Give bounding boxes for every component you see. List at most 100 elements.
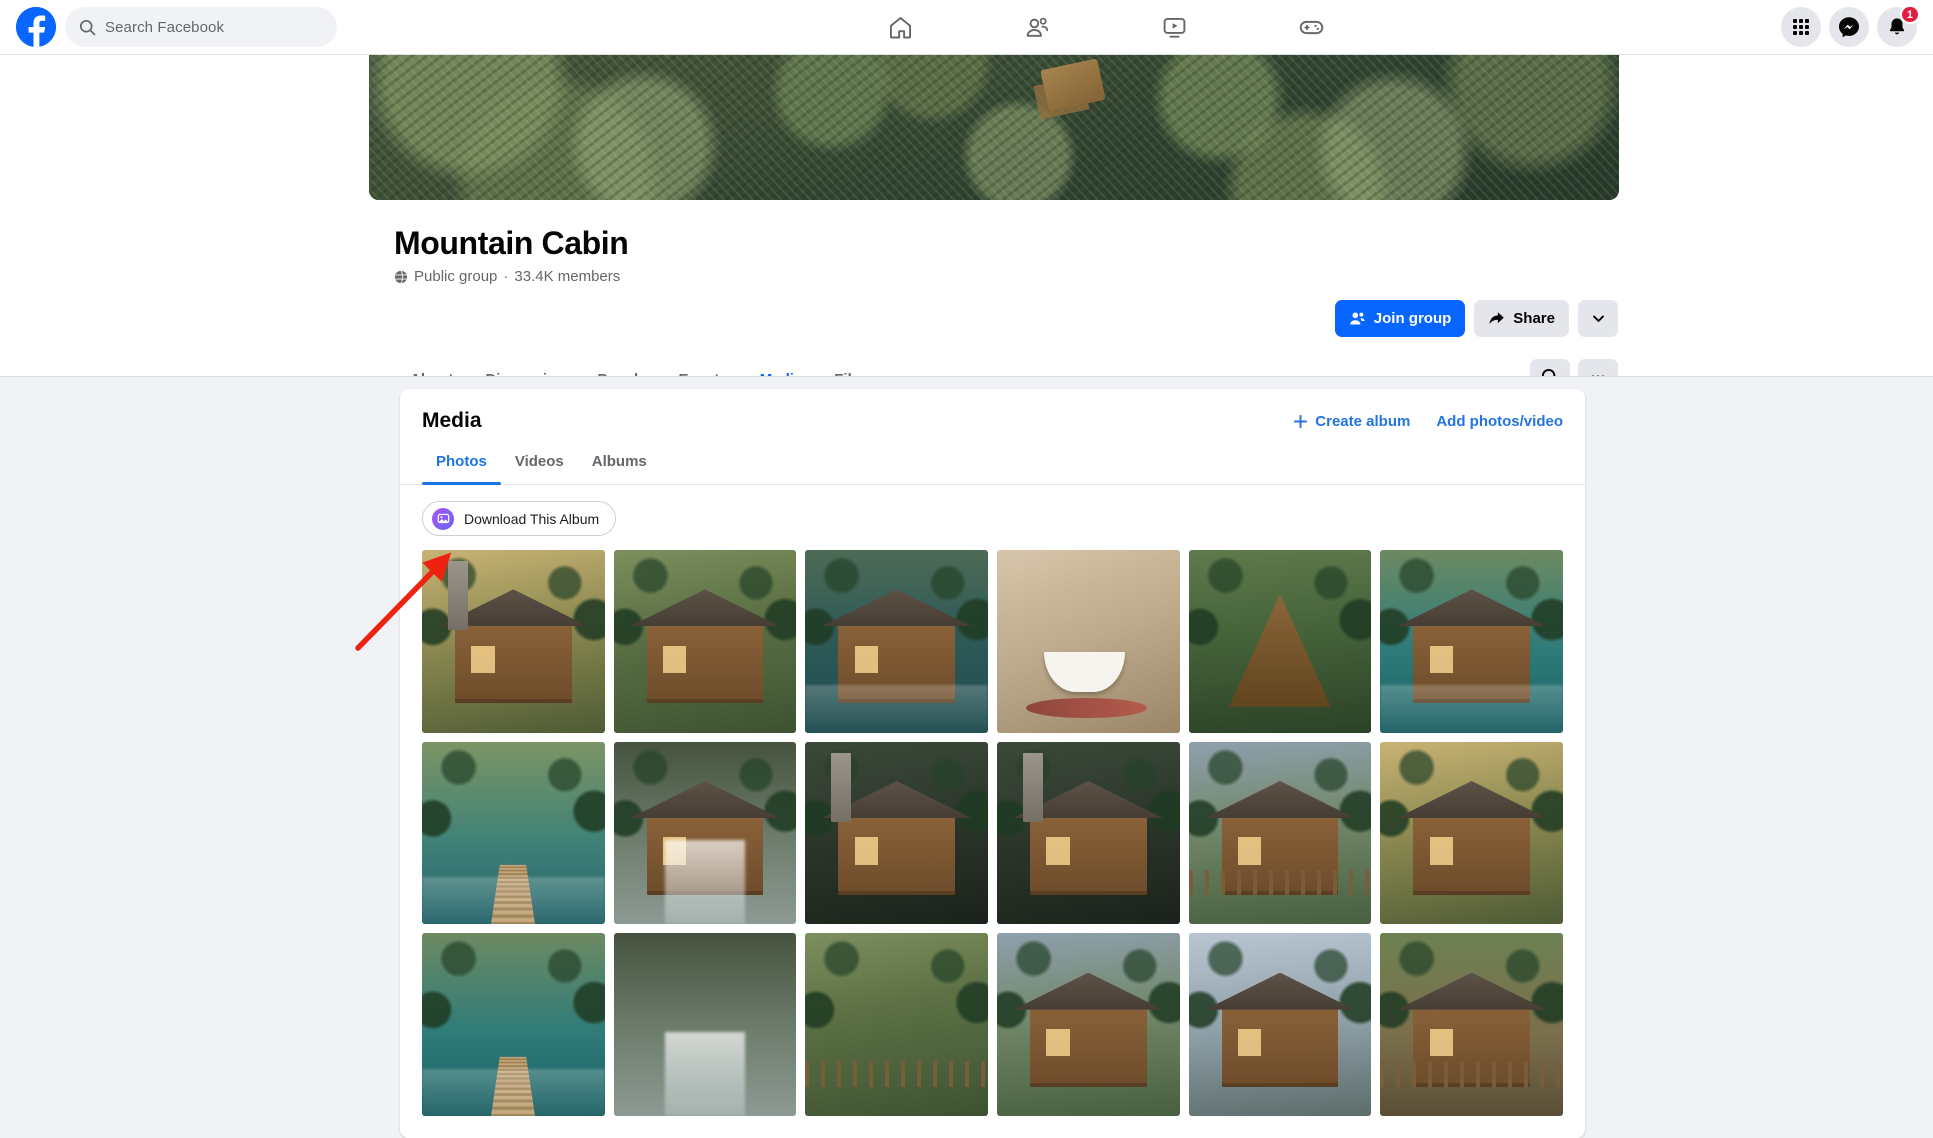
add-photos-video-label: Add photos/video	[1436, 412, 1563, 430]
subtab-videos-label: Videos	[514, 453, 564, 470]
subtab-albums[interactable]: Albums	[578, 447, 661, 484]
tab-events[interactable]: Events	[663, 352, 744, 377]
nav-friends[interactable]	[969, 0, 1106, 55]
tab-discussion-label: Discussion	[485, 371, 565, 377]
photo-thumbnail[interactable]	[997, 933, 1180, 1117]
download-album-row: Download This Album	[400, 485, 1585, 536]
photo-album-icon	[432, 507, 454, 530]
friends-icon	[1026, 17, 1048, 37]
photo-thumbnail[interactable]	[1188, 550, 1372, 733]
notifications-button[interactable]: 1	[1877, 5, 1920, 47]
photo-thumbnail[interactable]	[1380, 933, 1563, 1117]
photo-image	[1188, 933, 1372, 1117]
search-placeholder: Search Facebook	[105, 18, 225, 36]
nav-home[interactable]	[832, 0, 969, 55]
cover-photo-texture	[369, 55, 1619, 200]
topbar-actions: 1	[1781, 5, 1933, 47]
photo-image	[422, 933, 605, 1117]
tab-events-label: Events	[679, 371, 728, 377]
subtab-videos[interactable]: Videos	[501, 447, 578, 484]
download-this-album-label: Download This Album	[464, 510, 600, 527]
photo-thumbnail[interactable]	[805, 933, 988, 1117]
grid-menu-button[interactable]	[1781, 7, 1821, 47]
photo-thumbnail[interactable]	[805, 741, 988, 925]
photo-image	[805, 933, 988, 1117]
group-meta-separator: ·	[503, 268, 509, 285]
media-header-actions: Create album Add photos/video	[1293, 413, 1563, 430]
share-label: Share	[1513, 310, 1555, 327]
create-album-button[interactable]: Create album	[1293, 413, 1410, 430]
tab-media-label: Media	[760, 371, 803, 377]
photo-image	[1380, 933, 1563, 1117]
photo-image	[1380, 550, 1563, 733]
photo-grid	[400, 536, 1585, 1138]
group-search-button[interactable]	[1530, 359, 1570, 376]
photo-image	[997, 550, 1180, 733]
search-icon	[1541, 368, 1556, 376]
group-member-count: 33.4K members	[514, 268, 621, 285]
photo-thumbnail[interactable]	[613, 741, 797, 925]
topbar-left-section: Search Facebook	[0, 7, 430, 47]
nav-video[interactable]	[1106, 0, 1243, 55]
photo-thumbnail[interactable]	[1380, 741, 1563, 925]
ellipsis-icon	[1591, 375, 1605, 376]
photo-thumbnail[interactable]	[997, 550, 1180, 733]
tab-files-label: Files	[834, 371, 868, 377]
subtab-photos-label: Photos	[436, 453, 487, 470]
photo-thumbnail[interactable]	[422, 933, 605, 1117]
group-more-options-button[interactable]	[1578, 359, 1618, 376]
group-title-block: Mountain Cabin Public group · 33.4K memb…	[394, 224, 629, 285]
group-tabs: About Discussion People Events Media Fil…	[394, 352, 884, 377]
download-this-album-button[interactable]: Download This Album	[422, 501, 617, 536]
photo-thumbnail[interactable]	[422, 741, 605, 925]
photo-thumbnail[interactable]	[1188, 933, 1372, 1117]
photo-image	[1380, 741, 1563, 925]
globe-icon	[394, 270, 408, 283]
nav-gaming[interactable]	[1243, 0, 1380, 55]
share-arrow-icon	[1489, 312, 1505, 324]
media-card: Media Create album Add photos/video Phot…	[400, 389, 1585, 1138]
top-navigation-bar: Search Facebook 1	[0, 0, 1933, 55]
home-icon	[889, 16, 911, 38]
group-options-dropdown-button[interactable]	[1578, 300, 1618, 337]
messenger-icon	[1839, 17, 1859, 38]
group-header: Mountain Cabin Public group · 33.4K memb…	[0, 55, 1933, 377]
photo-image	[997, 741, 1180, 925]
video-icon	[1163, 17, 1185, 38]
group-cover-photo[interactable]	[369, 55, 1619, 200]
tab-about[interactable]: About	[394, 352, 469, 377]
photo-thumbnail[interactable]	[1380, 550, 1563, 733]
gaming-icon	[1299, 20, 1323, 34]
group-privacy: Public group	[414, 268, 498, 285]
add-photos-video-button[interactable]: Add photos/video	[1436, 413, 1563, 430]
photo-image	[1188, 741, 1372, 925]
messenger-button[interactable]	[1829, 7, 1869, 47]
grid-menu-icon	[1793, 19, 1809, 35]
group-meta: Public group · 33.4K members	[394, 268, 628, 285]
group-tab-tools	[1530, 359, 1618, 376]
media-subtabs: Photos Videos Albums	[400, 433, 1585, 485]
photo-thumbnail[interactable]	[613, 550, 797, 733]
photo-thumbnail[interactable]	[997, 741, 1180, 925]
tab-media[interactable]: Media	[744, 352, 819, 377]
photo-image	[422, 741, 605, 925]
search-input[interactable]: Search Facebook	[65, 7, 337, 47]
tab-discussion[interactable]: Discussion	[469, 352, 581, 377]
share-button[interactable]: Share	[1474, 300, 1569, 337]
search-icon	[79, 19, 96, 35]
group-tab-strip: About Discussion People Events Media Fil…	[394, 352, 1618, 377]
chevron-down-icon	[1592, 315, 1604, 322]
photo-thumbnail[interactable]	[613, 933, 797, 1117]
facebook-logo-icon[interactable]	[16, 7, 56, 47]
media-card-header: Media Create album Add photos/video	[400, 389, 1585, 433]
photo-thumbnail[interactable]	[805, 550, 988, 733]
photo-thumbnail[interactable]	[422, 550, 605, 733]
subtab-photos[interactable]: Photos	[422, 447, 501, 485]
photo-image	[613, 933, 797, 1117]
photo-image	[613, 550, 797, 733]
tab-files[interactable]: Files	[818, 352, 884, 377]
photo-thumbnail[interactable]	[1188, 741, 1372, 925]
photo-image	[805, 550, 988, 733]
tab-people[interactable]: People	[581, 352, 662, 377]
join-group-button[interactable]: Join group	[1334, 300, 1466, 337]
